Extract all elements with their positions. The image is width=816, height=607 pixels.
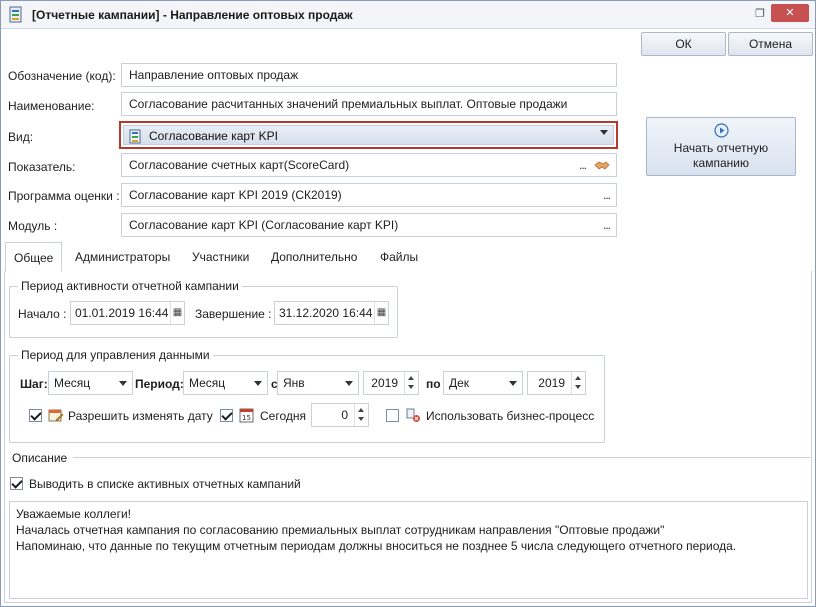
allow-change-date-label: Разрешить изменять дату xyxy=(68,409,213,423)
indicator-field[interactable]: Согласование счетных карт(ScoreCard) ... xyxy=(121,153,617,177)
start-campaign-button[interactable]: Начать отчетную кампанию xyxy=(646,117,796,176)
chevron-down-icon xyxy=(509,381,517,386)
start-date-label: Начало : xyxy=(18,307,67,321)
edit-calendar-icon xyxy=(48,409,64,422)
tab-general[interactable]: Общее xyxy=(5,242,63,272)
module-value: Согласование карт KPI (Согласование карт… xyxy=(129,218,399,232)
show-in-active-list-checkbox[interactable] xyxy=(10,477,23,490)
program-value: Согласование карт KPI 2019 (СК2019) xyxy=(129,188,342,202)
description-title: Описание xyxy=(12,451,68,465)
step-value: Месяц xyxy=(54,376,91,390)
restore-icon[interactable]: ❐ xyxy=(749,6,771,22)
code-value: Направление оптовых продаж xyxy=(129,68,299,82)
module-field[interactable]: Согласование карт KPI (Согласование карт… xyxy=(121,213,617,237)
period-value: Месяц xyxy=(189,376,226,390)
program-field[interactable]: Согласование карт KPI 2019 (СК2019) ... xyxy=(121,183,617,207)
tab-participants[interactable]: Участники xyxy=(184,242,257,272)
step-label: Шаг: xyxy=(20,377,48,391)
app-icon xyxy=(9,6,22,23)
step-select[interactable]: Месяц xyxy=(48,371,133,395)
svg-text:15: 15 xyxy=(242,414,251,422)
description-textarea[interactable]: Уважаемые коллеги! Началась отчетная кам… xyxy=(9,501,808,599)
window-title: [Отчетные кампании] - Направление оптовы… xyxy=(32,8,353,22)
tab-additional[interactable]: Дополнительно xyxy=(263,242,365,272)
tab-files[interactable]: Файлы xyxy=(372,242,426,272)
data-period-group: Период для управления данными xyxy=(9,348,605,443)
show-in-active-list-label: Выводить в списке активных отчетных камп… xyxy=(29,477,301,491)
start-date-field[interactable]: 01.01.2019 16:44 ▦ xyxy=(70,301,185,325)
kind-label: Вид: xyxy=(8,130,34,144)
to-month-value: Дек xyxy=(449,376,470,390)
ok-button[interactable]: ОК xyxy=(641,32,726,56)
stepper-down-icon[interactable] xyxy=(575,385,581,389)
today-offset-stepper[interactable]: 0 xyxy=(311,403,369,427)
name-field[interactable]: Согласование расчитанных значений премиа… xyxy=(121,92,617,116)
from-month-select[interactable]: Янв xyxy=(277,371,359,395)
name-value: Согласование расчитанных значений премиа… xyxy=(129,97,568,111)
use-business-process-checkbox[interactable] xyxy=(386,409,399,422)
allow-change-date-checkbox[interactable] xyxy=(29,409,42,422)
calendar-icon[interactable]: ▦ xyxy=(170,302,184,324)
to-year-value: 2019 xyxy=(538,376,565,390)
period-select[interactable]: Месяц xyxy=(183,371,268,395)
close-icon[interactable]: ✕ xyxy=(771,4,809,22)
business-process-icon xyxy=(406,408,420,422)
kind-value: Согласование карт KPI xyxy=(149,129,278,143)
data-period-title: Период для управления данными xyxy=(18,348,213,362)
report-icon xyxy=(129,129,141,144)
calendar-icon[interactable]: ▦ xyxy=(374,302,388,324)
chevron-down-icon xyxy=(345,381,353,386)
indicator-value: Согласование счетных карт(ScoreCard) xyxy=(129,158,350,172)
start-campaign-line2: кампанию xyxy=(693,156,749,170)
to-month-select[interactable]: Дек xyxy=(443,371,523,395)
module-label: Модуль : xyxy=(8,219,58,233)
stepper-up-icon[interactable] xyxy=(358,408,364,412)
description-line: Напоминаю, что данные по текущим отчетны… xyxy=(16,539,737,553)
stepper-up-icon[interactable] xyxy=(408,376,414,380)
dialog-window: [Отчетные кампании] - Направление оптовы… xyxy=(0,0,816,607)
kind-combobox[interactable]: Согласование карт KPI xyxy=(119,121,618,149)
today-label: Сегодня xyxy=(260,409,306,423)
start-date-value: 01.01.2019 16:44 xyxy=(75,306,169,320)
stepper-down-icon[interactable] xyxy=(358,417,364,421)
title-bar: [Отчетные кампании] - Направление оптовы… xyxy=(1,1,815,29)
cancel-button[interactable]: Отмена xyxy=(728,32,813,56)
program-label: Программа оценки : xyxy=(8,189,120,203)
today-offset-value: 0 xyxy=(341,408,348,422)
code-field[interactable]: Направление оптовых продаж xyxy=(121,63,617,87)
chevron-down-icon xyxy=(119,381,127,386)
description-line: Началась отчетная кампания по согласован… xyxy=(16,523,665,537)
from-year-stepper[interactable]: 2019 xyxy=(363,371,419,395)
from-year-value: 2019 xyxy=(371,376,398,390)
end-date-field[interactable]: 31.12.2020 16:44 ▦ xyxy=(274,301,389,325)
module-browse-button[interactable]: ... xyxy=(603,214,611,236)
use-business-process-label: Использовать бизнес-процесс xyxy=(426,409,595,423)
chevron-down-icon xyxy=(254,381,262,386)
handshake-icon[interactable] xyxy=(594,158,610,172)
end-date-label: Завершение : xyxy=(195,307,272,321)
chevron-down-icon[interactable] xyxy=(600,130,608,135)
description-divider xyxy=(73,457,810,458)
today-checkbox[interactable] xyxy=(220,409,233,422)
code-label: Обозначение (код): xyxy=(8,69,116,83)
indicator-browse-button[interactable]: ... xyxy=(579,154,587,176)
play-icon xyxy=(714,123,729,138)
to-year-stepper[interactable]: 2019 xyxy=(527,371,586,395)
name-label: Наименование: xyxy=(8,99,95,113)
stepper-down-icon[interactable] xyxy=(408,385,414,389)
stepper-up-icon[interactable] xyxy=(575,376,581,380)
from-month-value: Янв xyxy=(283,376,305,390)
description-line: Уважаемые коллеги! xyxy=(16,507,132,521)
program-browse-button[interactable]: ... xyxy=(603,184,611,206)
start-campaign-line1: Начать отчетную xyxy=(673,141,769,155)
activity-period-title: Период активности отчетной кампании xyxy=(18,279,242,293)
to-label: по xyxy=(426,377,441,391)
indicator-label: Показатель: xyxy=(8,160,76,174)
tab-administrators[interactable]: Администраторы xyxy=(67,242,178,272)
period-label: Период: xyxy=(135,377,184,391)
calendar-today-icon: 15 xyxy=(239,408,254,423)
end-date-value: 31.12.2020 16:44 xyxy=(279,306,373,320)
